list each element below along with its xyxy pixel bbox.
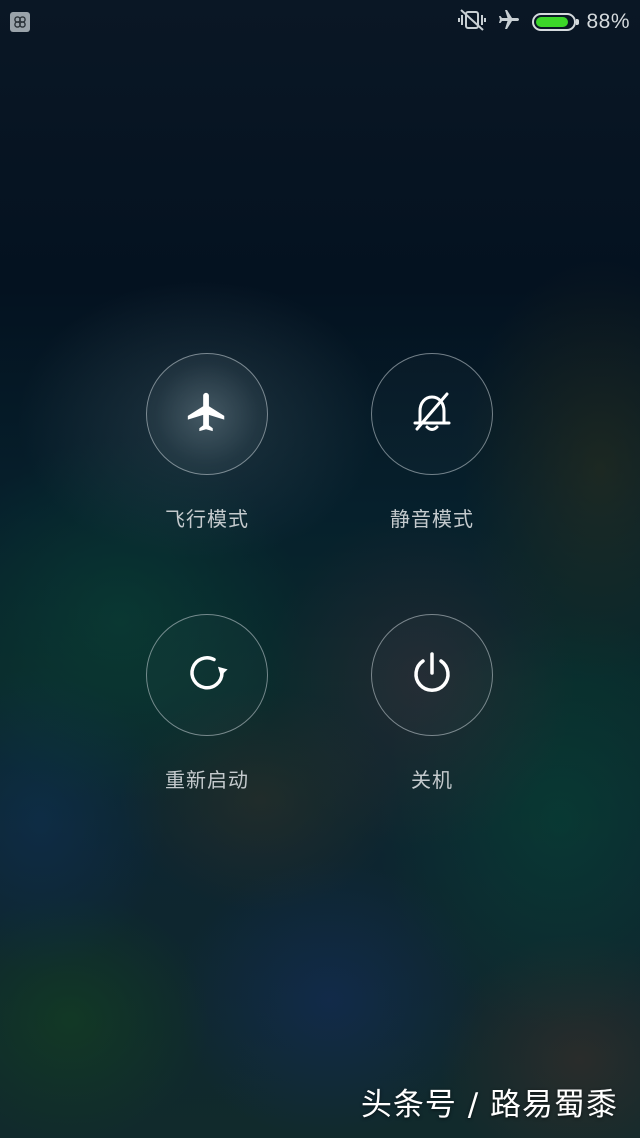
silent-mode-button[interactable] (371, 353, 493, 475)
app-notification-icon (10, 12, 30, 32)
power-menu-screen: 88% 飞行模式 静音模式 重新启动 关机 头条号 / 路易蜀黍 (0, 0, 640, 1138)
power-off-button[interactable] (371, 614, 493, 736)
airplane-mode-button[interactable] (146, 353, 268, 475)
airplane-mode-label: 飞行模式 (165, 507, 249, 531)
power-off-option[interactable]: 关机 (332, 614, 532, 793)
watermark-text: 头条号 / 路易蜀黍 (360, 1087, 618, 1123)
airplane-icon (496, 8, 522, 36)
battery-icon (532, 13, 580, 31)
restart-icon (181, 647, 233, 703)
silent-mode-label: 静音模式 (390, 507, 474, 531)
bell-off-icon (407, 387, 457, 441)
silent-mode-toggle[interactable]: 静音模式 (332, 353, 532, 532)
status-icons: 88% (458, 8, 630, 36)
power-off-label: 关机 (411, 768, 453, 792)
airplane-icon (184, 389, 230, 439)
airplane-mode-toggle[interactable]: 飞行模式 (107, 353, 307, 532)
restart-option[interactable]: 重新启动 (107, 614, 307, 793)
vibrate-off-icon (458, 8, 487, 36)
power-icon (406, 647, 458, 703)
status-bar: 88% (0, 0, 640, 44)
restart-button[interactable] (146, 614, 268, 736)
battery-level-fill (536, 17, 569, 27)
battery-percent: 88% (586, 10, 630, 33)
restart-label: 重新启动 (165, 768, 249, 792)
